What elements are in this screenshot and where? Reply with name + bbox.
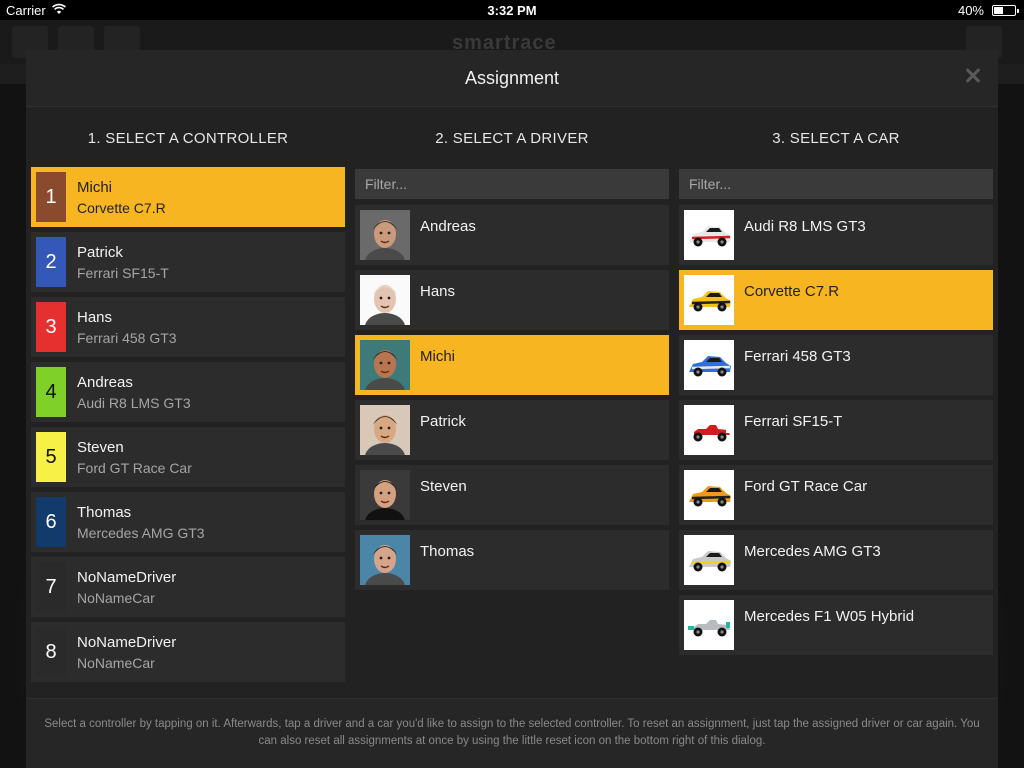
car-name: Ferrari 458 GT3	[744, 348, 851, 365]
car-thumbnail	[684, 340, 734, 390]
car-row[interactable]: Mercedes AMG GT3	[679, 530, 993, 590]
driver-avatar	[360, 340, 410, 390]
controller-row[interactable]: 5 Steven Ford GT Race Car	[31, 427, 345, 487]
driver-name: Steven	[420, 478, 467, 495]
car-thumbnail	[684, 210, 734, 260]
driver-avatar	[360, 275, 410, 325]
car-thumbnail	[684, 535, 734, 585]
controller-column-title: 1. SELECT A CONTROLLER	[87, 130, 289, 147]
controller-car-name: Mercedes AMG GT3	[77, 525, 205, 541]
controller-driver-name: Steven	[77, 439, 124, 456]
controller-car-name: NoNameCar	[77, 655, 155, 671]
driver-column: 2. SELECT A DRIVER Andreas Hans Michi Patri…	[355, 107, 669, 595]
help-footer: Select a controller by tapping on it. Af…	[26, 698, 998, 768]
driver-name: Patrick	[420, 413, 466, 430]
battery-icon	[992, 5, 1019, 16]
controller-number-badge: 1	[36, 172, 66, 222]
controller-driver-name: Michi	[77, 179, 113, 196]
driver-column-title: 2. SELECT A DRIVER	[435, 130, 589, 147]
controller-number-badge: 4	[36, 367, 66, 417]
controller-car-name: Ford GT Race Car	[77, 460, 192, 476]
driver-avatar	[360, 405, 410, 455]
controller-car-name: NoNameCar	[77, 590, 155, 606]
car-column-title: 3. SELECT A CAR	[772, 130, 900, 147]
controller-number-badge: 3	[36, 302, 66, 352]
controller-number-badge: 2	[36, 237, 66, 287]
car-column: 3. SELECT A CAR Audi R8 LMS GT3 Corvette …	[679, 107, 993, 660]
car-list: Audi R8 LMS GT3 Corvette C7.R Ferrari 458 …	[679, 205, 993, 655]
driver-filter-input[interactable]	[355, 169, 669, 199]
controller-row[interactable]: 2 Patrick Ferrari SF15-T	[31, 232, 345, 292]
driver-avatar	[360, 470, 410, 520]
driver-row[interactable]: Patrick	[355, 400, 669, 460]
controller-driver-name: Patrick	[77, 244, 123, 261]
controller-driver-name: Hans	[77, 309, 113, 326]
battery-percent: 40%	[957, 3, 984, 18]
car-name: Mercedes F1 W05 Hybrid	[744, 608, 915, 625]
controller-driver-name: Andreas	[77, 374, 133, 391]
car-name: Ford GT Race Car	[744, 478, 868, 495]
controller-number-badge: 7	[36, 562, 66, 612]
car-row[interactable]: Audi R8 LMS GT3	[679, 205, 993, 265]
controller-car-name: Ferrari SF15-T	[77, 265, 169, 281]
dialog-header: Assignment	[26, 50, 998, 107]
driver-row[interactable]: Thomas	[355, 530, 669, 590]
car-row[interactable]: Mercedes F1 W05 Hybrid	[679, 595, 993, 655]
close-icon[interactable]	[962, 64, 984, 86]
status-bar: Carrier 3:32 PM 40%	[0, 0, 1024, 20]
controller-row[interactable]: 1 Michi Corvette C7.R	[31, 167, 345, 227]
driver-row[interactable]: Hans	[355, 270, 669, 330]
controller-car-name: Audi R8 LMS GT3	[77, 395, 191, 411]
driver-list: Andreas Hans Michi Patrick Steven Thomas	[355, 205, 669, 590]
driver-row[interactable]: Steven	[355, 465, 669, 525]
driver-row[interactable]: Michi	[355, 335, 669, 395]
car-name: Audi R8 LMS GT3	[744, 218, 866, 235]
car-thumbnail	[684, 405, 734, 455]
driver-avatar	[360, 210, 410, 260]
car-row[interactable]: Ferrari SF15-T	[679, 400, 993, 460]
controller-row[interactable]: 3 Hans Ferrari 458 GT3	[31, 297, 345, 357]
controller-driver-name: Thomas	[77, 504, 132, 521]
driver-name: Andreas	[420, 218, 476, 235]
controller-number-badge: 8	[36, 627, 66, 677]
help-text: Select a controller by tapping on it. Af…	[44, 718, 980, 747]
driver-row[interactable]: Andreas	[355, 205, 669, 265]
controller-list: 1 Michi Corvette C7.R 2 Patrick Ferrari SF15-…	[31, 167, 345, 682]
clock: 3:32 PM	[487, 3, 537, 18]
car-name: Corvette C7.R	[744, 283, 840, 300]
controller-row[interactable]: 4 Andreas Audi R8 LMS GT3	[31, 362, 345, 422]
controller-driver-name: NoNameDriver	[77, 634, 177, 651]
car-filter-input[interactable]	[679, 169, 993, 199]
car-row[interactable]: Ford GT Race Car	[679, 465, 993, 525]
driver-avatar	[360, 535, 410, 585]
car-thumbnail	[684, 470, 734, 520]
controller-number-badge: 5	[36, 432, 66, 482]
dialog-title: Assignment	[464, 68, 560, 88]
assignment-dialog: Assignment 1. SELECT A CONTROLLER 1 Michi…	[26, 50, 998, 768]
driver-name: Hans	[420, 283, 456, 300]
controller-row[interactable]: 7 NoNameDriver NoNameCar	[31, 557, 345, 617]
car-name: Mercedes AMG GT3	[744, 543, 881, 560]
car-thumbnail	[684, 275, 734, 325]
controller-car-name: Corvette C7.R	[77, 200, 166, 216]
car-name: Ferrari SF15-T	[744, 413, 843, 430]
controller-row[interactable]: 6 Thomas Mercedes AMG GT3	[31, 492, 345, 552]
car-row[interactable]: Corvette C7.R	[679, 270, 993, 330]
driver-name: Michi	[420, 348, 456, 365]
controller-driver-name: NoNameDriver	[77, 569, 177, 586]
car-thumbnail	[684, 600, 734, 650]
controller-number-badge: 6	[36, 497, 66, 547]
controller-car-name: Ferrari 458 GT3	[77, 330, 177, 346]
car-row[interactable]: Ferrari 458 GT3	[679, 335, 993, 395]
controller-row[interactable]: 8 NoNameDriver NoNameCar	[31, 622, 345, 682]
controller-column: 1. SELECT A CONTROLLER 1 Michi Corvette C7…	[31, 107, 345, 687]
driver-name: Thomas	[420, 543, 475, 560]
